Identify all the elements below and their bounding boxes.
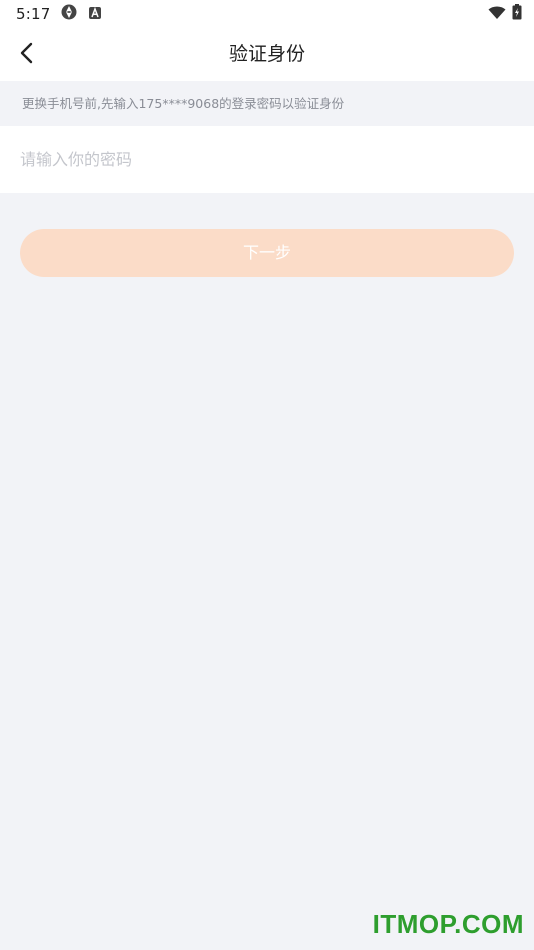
app-notification-icon xyxy=(88,5,102,24)
page-title: 验证身份 xyxy=(228,43,305,65)
next-button[interactable]: 下一步 xyxy=(20,229,514,277)
battery-charging-icon xyxy=(512,4,522,24)
verification-hint: 更换手机号前,先输入175****9068的登录密码以验证身份 xyxy=(0,81,534,126)
watermark-logo: ITMOP.COM xyxy=(372,909,524,939)
status-time: 5:17 xyxy=(16,5,51,23)
password-row xyxy=(0,126,534,193)
sync-icon xyxy=(60,3,78,25)
wifi-icon xyxy=(488,5,506,24)
status-right xyxy=(488,4,522,24)
header: 验证身份 xyxy=(0,28,534,81)
password-input[interactable] xyxy=(20,126,514,193)
status-bar: 5:17 xyxy=(0,0,534,28)
page: 5:17 验证身份 更换手机号前,先输入175****9068的登录密码以验证身… xyxy=(0,0,534,950)
